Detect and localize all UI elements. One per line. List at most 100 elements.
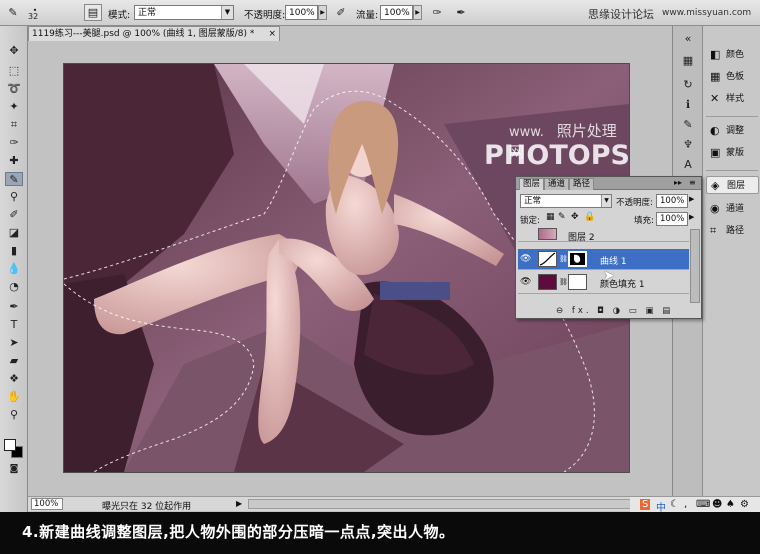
status-menu-arrow[interactable]: ▶ — [236, 499, 242, 508]
airbrush-icon[interactable]: ✑ — [428, 4, 446, 21]
layers-footer-icons[interactable]: ⊖ fx. ◘ ◑ ▭ ▣ ▤ — [556, 306, 673, 316]
character-icon[interactable]: A — [680, 158, 696, 172]
healing-tool-icon[interactable]: ✚ — [5, 154, 23, 168]
layer-mask-thumbnail[interactable] — [568, 274, 587, 290]
layers-footer: ⊖ fx. ◘ ◑ ▭ ▣ ▤ — [516, 306, 701, 318]
panel-layers[interactable]: ◈ 图层 — [706, 176, 759, 194]
curves-adjustment-icon — [538, 251, 557, 267]
sogou-icon[interactable]: S — [640, 499, 651, 510]
foreground-color-swatch[interactable] — [4, 439, 16, 451]
collapse-panel-icon[interactable]: ▸▸ — [674, 178, 682, 187]
fill-label: 填充: — [634, 216, 654, 226]
clone-source-icon[interactable]: ♆ — [680, 138, 696, 152]
move-tool-icon[interactable]: ✥ — [5, 44, 23, 58]
layers-icon: ◈ — [711, 179, 720, 192]
brush-panel-icon[interactable]: ✎ — [680, 118, 696, 132]
tablet-pressure-icon[interactable]: ✒ — [452, 4, 470, 21]
document-title: 1119练习---美腿.psd @ 100% (曲线 1, 图层蒙版/8) * — [32, 29, 255, 39]
opacity-slider-button[interactable]: ▶ — [318, 5, 327, 20]
toggle-brush-panel-icon[interactable]: ▤ — [84, 4, 102, 21]
blend-mode-select[interactable]: 正常 ▼ — [520, 194, 612, 208]
layer-opacity-label: 不透明度: — [616, 198, 653, 208]
panel-menu-icon[interactable]: ≡ — [689, 178, 696, 187]
layer-opacity-arrow-icon[interactable]: ▶ — [689, 195, 694, 203]
type-tool-icon[interactable]: T — [5, 318, 23, 332]
panel-color[interactable]: ◧ 颜色 — [706, 46, 759, 64]
collapse-arrows-icon[interactable]: « — [680, 32, 696, 46]
keyboard-icon[interactable]: ⌨ — [696, 499, 710, 510]
path-select-tool-icon[interactable]: ➤ — [5, 336, 23, 350]
dodge-tool-icon[interactable]: ◔ — [5, 280, 23, 294]
eraser-tool-icon[interactable]: ◪ — [5, 226, 23, 240]
history-brush-icon[interactable]: ✐ — [5, 208, 23, 222]
shape-tool-icon[interactable]: ▰ — [5, 354, 23, 368]
lasso-tool-icon[interactable]: ➰ — [5, 82, 23, 96]
flow-slider-button[interactable]: ▶ — [413, 5, 422, 20]
gradient-tool-icon[interactable]: ▮ — [5, 244, 23, 258]
eye-icon[interactable]: 👁 — [520, 277, 531, 288]
options-bar: ✎ 32 • ▤ 模式: 正常 ▼ 不透明度: 100% ▶ ✐ 流量: 100% … — [0, 0, 760, 26]
punctuation-icon[interactable]: , — [684, 499, 687, 510]
mode-select[interactable]: 正常 ▼ — [134, 5, 234, 20]
stamp-tool-icon[interactable]: ⚲ — [5, 190, 23, 204]
close-icon[interactable]: × — [268, 27, 276, 41]
lock-position-icon[interactable]: ✥ — [571, 212, 579, 222]
flow-label: 流量: — [356, 10, 379, 21]
fill-input[interactable]: 100% — [656, 212, 688, 226]
zoom-field[interactable]: 100% — [31, 498, 63, 510]
lock-label: 锁定: — [520, 216, 540, 226]
brush-preset-icon[interactable]: ✎ — [4, 4, 22, 21]
user-icon[interactable]: ☻ — [712, 499, 722, 510]
fill-arrow-icon[interactable]: ▶ — [689, 213, 694, 221]
lock-all-icon[interactable]: 🔒 — [584, 212, 595, 222]
layer-mask-thumbnail[interactable] — [568, 251, 587, 267]
airbrush-pressure-icon[interactable]: ✐ — [332, 4, 350, 21]
panel-styles[interactable]: ✕ 样式 — [706, 90, 759, 108]
tutorial-caption: 4.新建曲线调整图层,把人物外围的部分压暗一点点,突出人物。 — [0, 512, 760, 554]
layers-panel: 图层 通道 路径 ▸▸ ≡ 正常 ▼ 不透明度: 100% ▶ 锁定: ▦ ✎ ✥… — [515, 176, 702, 319]
layers-scrollbar[interactable] — [690, 229, 700, 303]
tab-layers[interactable]: 图层 — [519, 178, 545, 190]
quick-select-tool-icon[interactable]: ✦ — [5, 100, 23, 114]
flow-input[interactable]: 100% — [380, 5, 413, 20]
layer-row[interactable]: 图层 2 — [518, 228, 689, 243]
actions-icon[interactable]: ↻ — [680, 78, 696, 92]
panel-paths[interactable]: ⌗ 路径 — [706, 222, 759, 240]
moon-icon[interactable]: ☾ — [670, 499, 679, 510]
skin-icon[interactable]: ♠ — [726, 499, 735, 510]
pen-tool-icon[interactable]: ✒ — [5, 300, 23, 314]
watermark-www: www. — [509, 125, 544, 140]
crop-tool-icon[interactable]: ⌗ — [5, 118, 23, 132]
brush-tool-icon[interactable]: ✎ — [5, 172, 23, 186]
tab-channels[interactable]: 通道 — [544, 178, 570, 190]
lock-transparency-icon[interactable]: ▦ — [546, 212, 555, 222]
document-tab[interactable]: 1119练习---美腿.psd @ 100% (曲线 1, 图层蒙版/8) * … — [28, 26, 280, 41]
brush-size-label[interactable]: 32 • — [26, 2, 44, 21]
blur-tool-icon[interactable]: 💧 — [5, 262, 23, 276]
opacity-input[interactable]: 100% — [285, 5, 318, 20]
layer-name: 曲线 1 — [600, 257, 627, 267]
eyedropper-tool-icon[interactable]: ✑ — [5, 136, 23, 150]
hand-tool-icon[interactable]: ✋ — [5, 390, 23, 404]
horizontal-scrollbar[interactable] — [248, 499, 668, 509]
panel-swatches[interactable]: ▦ 色板 — [706, 68, 759, 86]
tools-icon[interactable]: ⚙ — [740, 499, 749, 510]
opacity-label: 不透明度: — [244, 10, 286, 21]
lock-image-icon[interactable]: ✎ — [558, 212, 566, 222]
layer-row-selected[interactable]: 👁 ⛓ 曲线 1 — [518, 249, 689, 270]
marquee-tool-icon[interactable]: ⬚ — [5, 64, 23, 78]
eye-icon[interactable]: 👁 — [520, 254, 531, 265]
panel-adjustments[interactable]: ◐ 调整 — [706, 122, 759, 140]
layer-opacity-input[interactable]: 100% — [656, 194, 688, 208]
zoom-tool-icon[interactable]: ⚲ — [5, 408, 23, 422]
panel-channels-label: 通道 — [726, 204, 745, 214]
3d-rotate-tool-icon[interactable]: ❖ — [5, 372, 23, 386]
tab-paths[interactable]: 路径 — [569, 178, 595, 190]
panel-styles-label: 样式 — [726, 94, 745, 104]
panel-channels[interactable]: ◉ 通道 — [706, 200, 759, 218]
info-icon[interactable]: ℹ — [680, 98, 696, 112]
adjustments-icon: ◐ — [710, 124, 720, 137]
quick-mask-icon[interactable]: ◙ — [5, 462, 23, 476]
panel-masks[interactable]: ▣ 蒙版 — [706, 144, 759, 162]
history-icon[interactable]: ▦ — [680, 54, 696, 68]
